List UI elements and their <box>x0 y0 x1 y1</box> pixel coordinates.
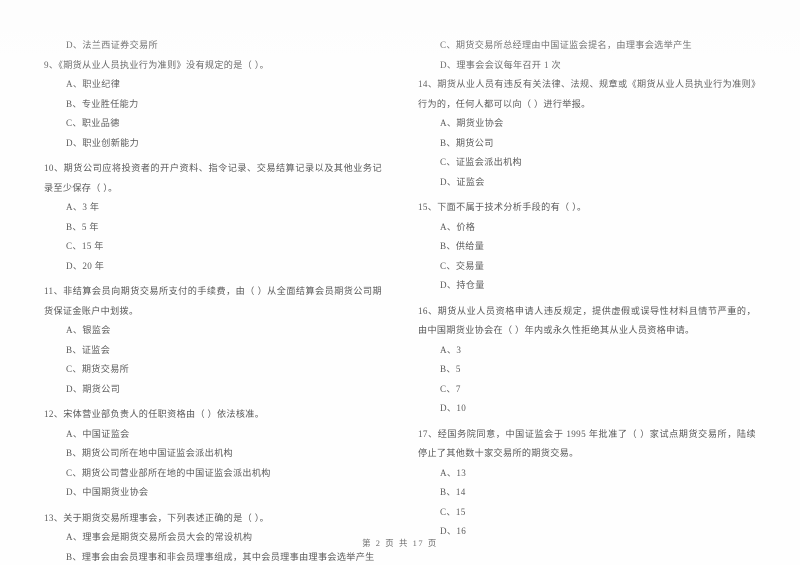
option-b: B、期货公司所在地中国证监会派出机构 <box>44 444 382 464</box>
option-a: A、期货业协会 <box>418 114 756 134</box>
option-a: A、13 <box>418 464 756 484</box>
option-a: A、价格 <box>418 218 756 238</box>
question-stem: 12、宋体营业部负责人的任职资格由（ ）依法核准。 <box>44 405 382 425</box>
question-stem: 15、下面不属于技术分析手段的有（ ）。 <box>418 198 756 218</box>
question-stem: 14、期货从业人员有违反有关法律、法规、规章或《期货从业人员执业行为准则》行为的… <box>418 75 756 114</box>
question-block-15: 15、下面不属于技术分析手段的有（ ）。 A、价格 B、供给量 C、交易量 D、… <box>418 198 756 296</box>
option-a: A、银监会 <box>44 321 382 341</box>
option-c: C、职业品德 <box>44 114 382 134</box>
question-stem: 9、《期货从业人员执业行为准则》没有规定的是（ ）。 <box>44 56 382 76</box>
option-a: A、中国证监会 <box>44 425 382 445</box>
option-c: C、交易量 <box>418 257 756 277</box>
question-stem: 11、非结算会员向期货交易所支付的手续费，由（ ）从全面结算会员期货公司期货保证… <box>44 282 382 321</box>
orphan-option-left: D、法兰西证券交易所 <box>44 36 382 56</box>
question-block-16: 16、期货从业人员资格申请人违反规定，提供虚假或误导性材料且情节严重的，由中国期… <box>418 302 756 419</box>
question-block-11: 11、非结算会员向期货交易所支付的手续费，由（ ）从全面结算会员期货公司期货保证… <box>44 282 382 399</box>
question-stem: 13、关于期货交易所理事会，下列表述正确的是（ ）。 <box>44 509 382 529</box>
option-d: D、持仓量 <box>418 276 756 296</box>
option-b: B、期货公司 <box>418 134 756 154</box>
question-stem: 17、经国务院同意，中国证监会于 1995 年批准了（ ）家试点期货交易所，陆续… <box>418 425 756 464</box>
orphan-option-c: C、期货交易所总经理由中国证监会提名，由理事会选举产生 <box>418 36 756 56</box>
two-column-layout: D、法兰西证券交易所 9、《期货从业人员执业行为准则》没有规定的是（ ）。 A、… <box>0 0 800 510</box>
option-d: D、证监会 <box>418 173 756 193</box>
option-a: A、3 <box>418 341 756 361</box>
option-b: B、5 <box>418 360 756 380</box>
page-footer: 第 2 页 共 17 页 <box>0 537 800 549</box>
orphan-option-d: D、理事会会议每年召开 1 次 <box>418 56 756 76</box>
option-b: B、供给量 <box>418 237 756 257</box>
option-b: B、5 年 <box>44 218 382 238</box>
question-block-17: 17、经国务院同意，中国证监会于 1995 年批准了（ ）家试点期货交易所，陆续… <box>418 425 756 542</box>
option-c: C、15 年 <box>44 237 382 257</box>
question-block-9: 9、《期货从业人员执业行为准则》没有规定的是（ ）。 A、职业纪律 B、专业胜任… <box>44 56 382 154</box>
option-c: C、7 <box>418 380 756 400</box>
option-c: C、15 <box>418 503 756 523</box>
question-block-12: 12、宋体营业部负责人的任职资格由（ ）依法核准。 A、中国证监会 B、期货公司… <box>44 405 382 503</box>
option-d: D、期货公司 <box>44 380 382 400</box>
option-b: B、理事会由会员理事和非会员理事组成，其中会员理事由理事会选举产生 <box>44 548 382 567</box>
question-stem: 10、期货公司应将投资者的开户资料、指令记录、交易结算记录以及其他业务记录至少保… <box>44 159 382 198</box>
option-c: C、证监会派出机构 <box>418 153 756 173</box>
option-c: C、期货交易所 <box>44 360 382 380</box>
left-column: D、法兰西证券交易所 9、《期货从业人员执业行为准则》没有规定的是（ ）。 A、… <box>44 36 400 510</box>
option-b: B、证监会 <box>44 341 382 361</box>
question-block-14: 14、期货从业人员有违反有关法律、法规、规章或《期货从业人员执业行为准则》行为的… <box>418 75 756 192</box>
option-a: A、3 年 <box>44 198 382 218</box>
option-d: D、中国期货业协会 <box>44 483 382 503</box>
option-d: D、10 <box>418 399 756 419</box>
option-d: D、职业创新能力 <box>44 134 382 154</box>
question-block-10: 10、期货公司应将投资者的开户资料、指令记录、交易结算记录以及其他业务记录至少保… <box>44 159 382 276</box>
question-stem: 16、期货从业人员资格申请人违反规定，提供虚假或误导性材料且情节严重的，由中国期… <box>418 302 756 341</box>
option-d: D、20 年 <box>44 257 382 277</box>
option-a: A、职业纪律 <box>44 75 382 95</box>
option-c: C、期货公司营业部所在地的中国证监会派出机构 <box>44 464 382 484</box>
option-b: B、14 <box>418 483 756 503</box>
exam-page: D、法兰西证券交易所 9、《期货从业人员执业行为准则》没有规定的是（ ）。 A、… <box>0 0 800 565</box>
option-b: B、专业胜任能力 <box>44 95 382 115</box>
right-column: C、期货交易所总经理由中国证监会提名，由理事会选举产生 D、理事会会议每年召开 … <box>400 36 756 510</box>
